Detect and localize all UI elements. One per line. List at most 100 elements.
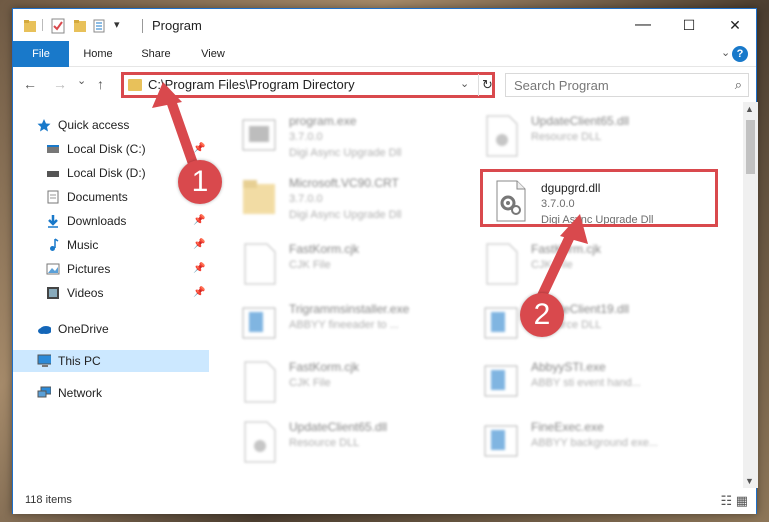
list-item[interactable]: AbbyySTI.exe ABBY sti event hand... [481,358,721,418]
sidebar-item-label: Pictures [67,262,111,276]
sidebar-item-onedrive[interactable]: OneDrive [13,318,209,340]
address-dropdown-icon[interactable]: ⌄ [460,77,469,90]
sidebar-item-label: Documents [67,190,128,204]
file-name: program.exe [289,114,357,128]
list-item[interactable]: UpdateClient65.dll Resource DLL [481,112,721,172]
quick-access-divider [42,19,43,31]
exe-icon [484,307,518,339]
file-name: AbbyySTI.exe [531,360,606,374]
sidebar-item-label: Quick access [58,118,130,132]
list-item[interactable]: UpdateClient19.dll Resource DLL [481,300,721,360]
file-list: program.exe 3.7.0.0 Digi Async Upgrade D… [209,102,743,488]
highlight-box [480,169,718,227]
file-description: ABBYY fineeader to ... [289,319,399,331]
address-path[interactable]: C:\Program Files\Program Directory [148,77,355,92]
pin-icon[interactable]: 📌 [193,258,205,280]
window-title: Program [152,18,202,33]
file-name: FastKorm.cjk [289,242,360,256]
rename-icon[interactable] [93,18,111,34]
music-icon [50,238,59,251]
drive-icon [47,145,59,153]
cloud-icon [38,326,51,334]
tab-view[interactable]: View [191,41,235,67]
exe-icon [484,365,518,397]
list-item[interactable]: FastKorm.cjk CJK File [239,240,479,300]
file-explorer-window: ▾ Program — ☐ ✕ File Home Share View ⌄ ?… [12,8,758,514]
pin-icon[interactable]: 📌 [193,234,205,256]
sidebar-item-music[interactable]: Music 📌 [13,234,209,256]
file-description: CJK File [289,259,331,271]
list-item[interactable]: FastKorm.cjk CJK File [481,240,721,300]
scroll-down-icon[interactable]: ▼ [745,476,754,486]
list-item[interactable]: FineExec.exe ABBYY background exe... [481,418,721,478]
properties-icon[interactable] [51,18,65,34]
sidebar-item-label: Downloads [67,214,127,228]
list-item[interactable]: Microsoft.VC90.CRT 3.7.0.0 Digi Async Up… [239,174,479,234]
network-icon [37,386,51,398]
sidebar-item-local-disk-c[interactable]: Local Disk (C:) 📌 [13,138,209,160]
file-name: Trigrammsinstaller.exe [289,302,410,316]
vertical-scrollbar[interactable]: ▲ ▼ [743,102,758,488]
exe-icon [484,425,518,457]
file-description: Digi Async Upgrade Dll [289,147,402,159]
chevron-down-icon[interactable]: ⌄ [721,46,730,59]
recent-locations-icon[interactable]: ⌄ [77,74,86,87]
view-toggle-icons[interactable]: ☷ ▦ [720,493,748,509]
sidebar-item-downloads[interactable]: Downloads 📌 [13,210,209,232]
dll-icon [486,115,518,157]
sidebar-item-label: Local Disk (D:) [67,166,146,180]
file-name: FastKorm.cjk [289,360,360,374]
status-bar: 118 items ☷ ▦ [13,488,756,514]
minimize-button[interactable]: — [620,9,666,41]
sidebar-item-label: Local Disk (C:) [67,142,146,156]
sidebar-item-this-pc[interactable]: This PC [13,350,209,372]
close-button[interactable]: ✕ [712,9,758,41]
scroll-up-icon[interactable]: ▲ [745,104,754,114]
help-icon[interactable]: ? [732,46,748,62]
ribbon-tabs: File Home Share View ⌄ ? [13,41,756,67]
file-icon [244,361,276,403]
back-icon[interactable]: ← [23,76,37,92]
up-icon[interactable]: ↑ [97,76,104,92]
scrollbar-thumb[interactable] [746,120,755,174]
tab-file[interactable]: File [13,41,69,67]
sidebar-item-pictures[interactable]: Pictures 📌 [13,258,209,280]
folder-icon [24,20,36,32]
address-bar[interactable]: C:\Program Files\Program Directory ⌄ ↻ [121,72,495,98]
file-version: 3.7.0.0 [289,193,323,205]
refresh-icon[interactable]: ↻ [478,74,496,96]
pin-icon[interactable]: 📌 [193,138,205,160]
file-name: FineExec.exe [531,420,604,434]
file-name: UpdateClient65.dll [531,114,630,128]
file-description: ABBYY background exe... [531,437,658,449]
search-icon[interactable]: ⌕ [735,77,742,93]
star-icon [37,119,51,132]
sidebar-item-quick-access[interactable]: Quick access [13,114,209,136]
sidebar-item-label: OneDrive [58,322,109,336]
dll-icon [244,421,276,463]
forward-icon[interactable]: → [53,76,67,92]
tab-share[interactable]: Share [131,41,181,67]
file-description: CJK File [531,259,573,271]
file-description: ABBY sti event hand... [531,377,641,389]
new-folder-icon[interactable] [73,18,87,34]
sidebar-item-videos[interactable]: Videos 📌 [13,282,209,304]
exe-icon [242,119,276,151]
tab-home[interactable]: Home [75,41,121,67]
sidebar-item-network[interactable]: Network [13,382,209,404]
search-input[interactable]: Search Program [514,78,609,93]
computer-icon [37,354,51,367]
file-version: 3.7.0.0 [289,131,323,143]
sidebar-item-label: Music [67,238,99,252]
pin-icon[interactable]: 📌 [193,282,205,304]
search-box[interactable]: Search Program ⌕ [505,73,749,97]
pin-icon[interactable]: 📌 [193,210,205,232]
list-item[interactable]: program.exe 3.7.0.0 Digi Async Upgrade D… [239,112,479,172]
list-item[interactable]: FastKorm.cjk CJK File [239,358,479,418]
maximize-button[interactable]: ☐ [666,9,712,41]
list-item[interactable]: UpdateClient65.dll Resource DLL [239,418,479,478]
pictures-icon [46,263,60,275]
customize-quick-access-icon[interactable]: ▾ [114,18,120,34]
list-item[interactable]: Trigrammsinstaller.exe ABBYY fineeader t… [239,300,479,360]
step-1-badge: 1 [178,160,222,204]
